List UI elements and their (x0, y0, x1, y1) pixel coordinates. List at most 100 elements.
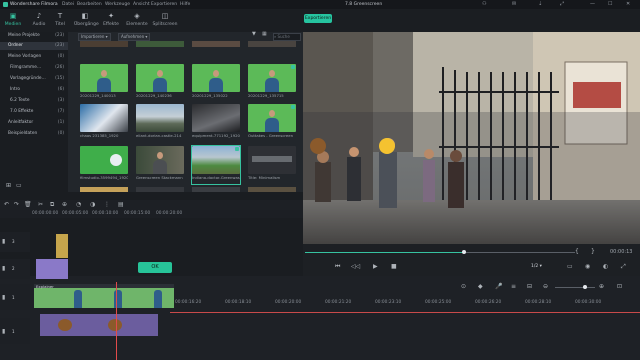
lock-icon[interactable]: ▮ (2, 265, 5, 272)
menu-datei[interactable]: Datei (62, 2, 74, 7)
volume-icon[interactable]: ◐ (603, 263, 608, 270)
audio-mixer-icon[interactable]: ⋮ (104, 201, 110, 208)
media-thumbnail[interactable]: chaos 231385_1920 (80, 104, 128, 142)
render-icon[interactable]: ⊙ (461, 283, 466, 290)
fullscreen-icon[interactable]: ⤢ (560, 1, 564, 7)
menu-werkzeuge[interactable]: Werkzeuge (105, 2, 130, 7)
sidebar-item-filmgramme[interactable]: Filmgramme… (26) (0, 64, 68, 72)
color-icon[interactable]: ◑ (90, 201, 95, 208)
thumbnail-partial[interactable] (248, 41, 296, 47)
sidebar-item-effekte[interactable]: 7.0 Effekte (7) (0, 108, 68, 116)
playhead[interactable] (116, 282, 117, 360)
timeline-clip-title[interactable] (56, 234, 68, 258)
thumbnail-partial[interactable] (192, 41, 240, 47)
menu-bearbeiten[interactable]: Bearbeiten (77, 2, 102, 7)
lock-icon[interactable]: ▮ (2, 238, 5, 245)
snapshot-icon[interactable]: ◉ (585, 263, 590, 270)
tab-uebergaenge[interactable]: ◧ Übergänge (74, 11, 99, 31)
menu-exportieren[interactable]: Exportieren (151, 2, 177, 7)
snap-icon[interactable]: ⊟ (527, 283, 532, 290)
notification-icon[interactable]: ✉ (512, 1, 516, 7)
media-thumbnail[interactable]: eliant-dorian-castle-214 (136, 104, 184, 142)
cut-icon[interactable]: ✂ (38, 201, 43, 208)
sidebar-item-ordner[interactable]: Ordner (23) (0, 42, 68, 50)
tab-medien[interactable]: ▣ Medien (4, 11, 22, 31)
media-thumbnail[interactable]: 20201229_140013 (80, 64, 128, 102)
step-back-icon[interactable]: ◁◁ (351, 263, 360, 270)
lock-icon[interactable]: ▮ (2, 328, 5, 335)
preview-viewer[interactable] (303, 32, 640, 244)
media-thumbnail[interactable]: Greenscreen Stackmann (136, 146, 184, 184)
redo-icon[interactable]: ↷ (14, 201, 19, 208)
zoom-out-icon[interactable]: ⊖ (543, 283, 548, 290)
sidebar-item-anleitfaktor[interactable]: Anleitfaktor (1) (0, 119, 68, 127)
export-button[interactable]: Exportieren (304, 14, 332, 23)
close-icon[interactable]: ✕ (626, 1, 630, 7)
crop-icon[interactable]: ⧉ (50, 201, 54, 209)
play-icon[interactable]: ▶ (373, 263, 378, 270)
zoom-icon[interactable]: ⊕ (62, 201, 67, 208)
timeline-clip-greenscreen[interactable]: Explainer (34, 284, 174, 308)
zoom-ratio-select[interactable]: 1/2 ▾ (531, 264, 551, 271)
timeline-clip-element[interactable] (36, 259, 68, 279)
folder-icon[interactable]: ▭ (16, 182, 22, 189)
sidebar-item-beispieldaten[interactable]: Beispieldaten (0) (0, 130, 68, 138)
mixer-icon[interactable]: ≡ (511, 283, 516, 290)
progress-handle[interactable] (462, 250, 467, 254)
undo-icon[interactable]: ↶ (4, 201, 9, 208)
zoom-slider-handle[interactable] (583, 285, 587, 289)
speed-icon[interactable]: ◔ (76, 201, 81, 208)
ok-button[interactable]: OK (138, 262, 172, 273)
marker-icon[interactable]: ◆ (478, 283, 483, 290)
media-thumbnail[interactable]: 20201229_140236 (136, 64, 184, 102)
media-thumbnail-selected[interactable]: Indiana-doctor-Greenwash (191, 145, 241, 185)
filter-icon[interactable]: ▼ (252, 31, 256, 37)
media-thumbnail[interactable]: Title: Minimalism (248, 146, 296, 184)
zoom-in-icon[interactable]: ⊕ (599, 283, 604, 290)
tab-effekte[interactable]: ✦ Effekte (100, 11, 122, 31)
timeline-clip-sticker[interactable] (40, 314, 158, 336)
menu-ansicht[interactable]: Ansicht (133, 2, 150, 7)
maximize-icon[interactable]: ☐ (608, 1, 612, 7)
monitor-icon[interactable]: ▭ (567, 263, 573, 270)
bracket-left-icon[interactable]: { (575, 248, 579, 255)
tab-titel[interactable]: T Titel (51, 11, 69, 31)
sidebar-item-meine-projekte[interactable]: Meine Projekte (23) (0, 32, 68, 40)
voiceover-icon[interactable]: 🎤 (495, 283, 502, 290)
fullscreen-preview-icon[interactable]: ⤢ (621, 263, 626, 271)
fit-icon[interactable]: ⊡ (617, 283, 622, 290)
media-thumbnail[interactable]: 20201229_135715 (248, 64, 296, 102)
media-thumbnail[interactable]: equipment-771192_1920 (192, 104, 240, 142)
search-input[interactable]: ⌕ Suche (273, 32, 301, 41)
media-thumbnail[interactable]: 20201229_135022 (192, 64, 240, 102)
media-thumbnail[interactable]: Outtakes - Greenscreen (248, 104, 296, 142)
grid-view-icon[interactable]: ▦ (262, 31, 267, 37)
sidebar-item-intro[interactable]: Intro (6) (0, 86, 68, 94)
timeline-ruler[interactable]: 00:00:00:00 00:00:05:00 00:00:10:00 00:0… (0, 210, 303, 218)
tab-audio[interactable]: ♪ Audio (30, 11, 48, 31)
stop-icon[interactable]: ■ (391, 263, 397, 270)
import-dropdown[interactable]: Importieren ▾ (78, 32, 111, 41)
lock-icon[interactable]: ▮ (2, 294, 5, 301)
menu-hilfe[interactable]: Hilfe (180, 2, 190, 7)
download-icon[interactable]: ⇣ (538, 1, 542, 7)
delete-icon[interactable]: 🗑 (24, 201, 32, 208)
green-screen-icon[interactable]: ▤ (118, 201, 124, 208)
thumbnail-partial[interactable] (80, 41, 128, 47)
minimize-icon[interactable]: — (590, 1, 595, 7)
new-folder-icon[interactable]: ⊞ (6, 182, 11, 189)
tab-splitscreen[interactable]: ◫ Splitscreen (152, 11, 178, 31)
sidebar-item-texte[interactable]: 6.2 Texte (3) (0, 97, 68, 105)
thumbnail-partial[interactable] (136, 41, 184, 47)
bracket-right-icon[interactable]: } (591, 248, 595, 255)
record-dropdown[interactable]: Aufnehmen ▾ (118, 32, 151, 41)
timeline-ruler-secondary[interactable]: 00:00:16:20 00:00:18:10 00:00:20:00 00:0… (175, 300, 640, 308)
app-logo-icon (3, 2, 8, 7)
sidebar-item-vorlagegruende[interactable]: Vorlagegründe… (15) (0, 75, 68, 83)
skip-back-icon[interactable]: ⏮ (335, 263, 340, 271)
tab-elemente[interactable]: ◈ Elemente (126, 11, 148, 31)
account-icon[interactable]: ⚇ (482, 1, 486, 7)
zoom-slider[interactable] (555, 287, 595, 288)
media-thumbnail[interactable]: filmstudio-3599494_1920 (80, 146, 128, 184)
sidebar-item-meine-vorlagen[interactable]: Meine Vorlagen (0) (0, 53, 68, 61)
